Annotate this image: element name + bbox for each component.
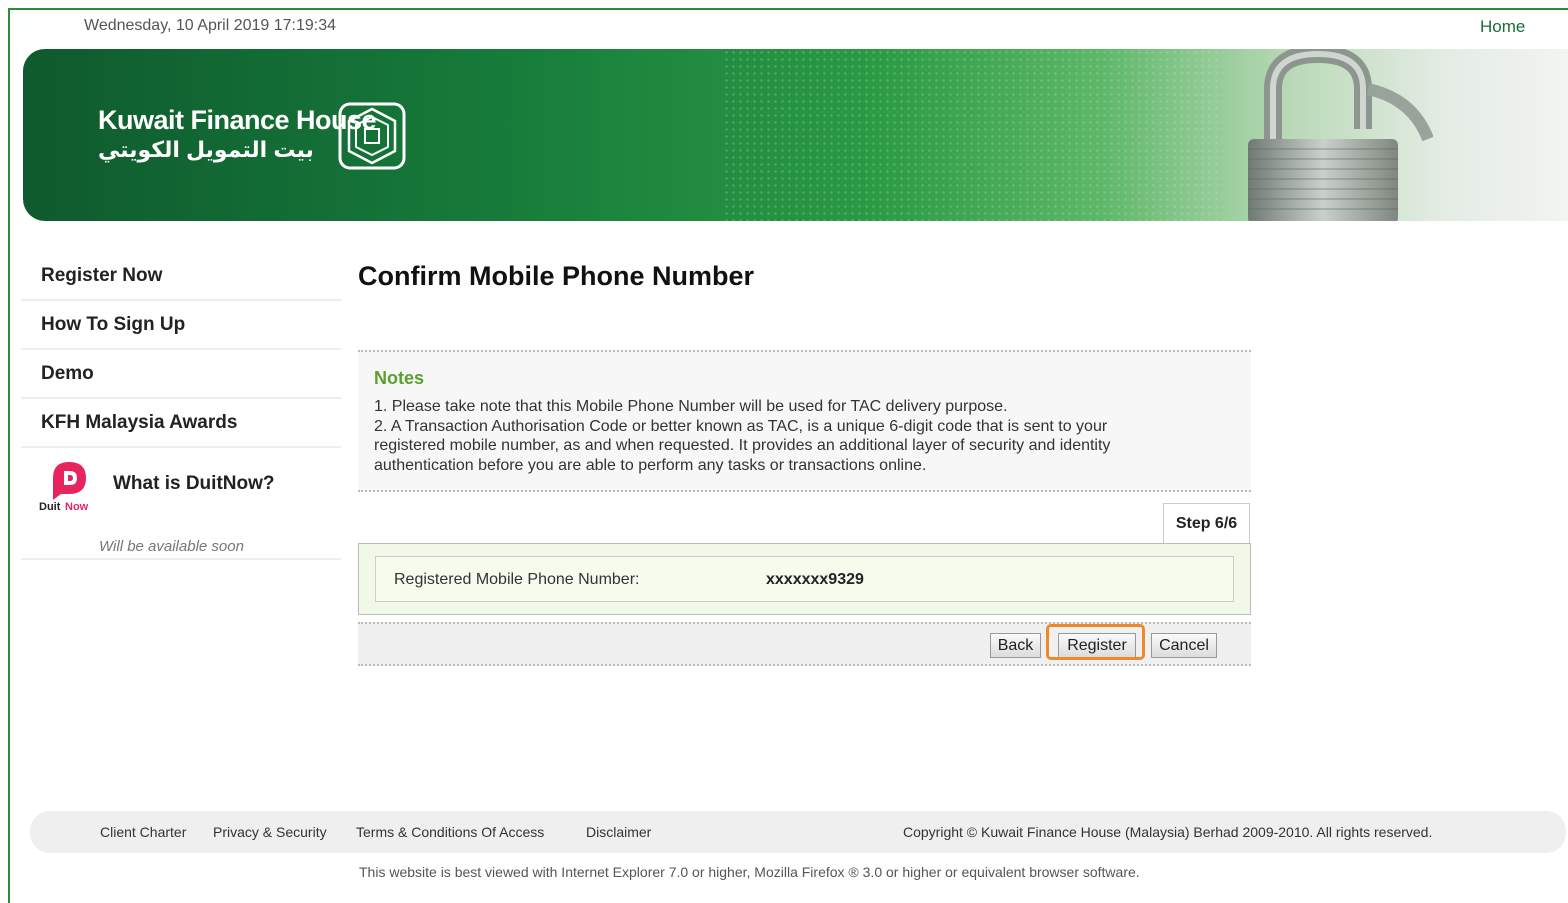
brand-name-arabic: بيت التمويل الكويتي <box>98 137 314 162</box>
current-datetime: Wednesday, 10 April 2019 17:19:34 <box>84 17 337 34</box>
sidebar-item-kfh-awards[interactable]: KFH Malaysia Awards <box>21 399 341 448</box>
page-title: Confirm Mobile Phone Number <box>358 261 755 291</box>
notes-line-1: 1. Please take note that this Mobile Pho… <box>374 398 1008 415</box>
sidebar-nav: Register Now How To Sign Up Demo KFH Mal… <box>21 252 341 560</box>
notes-line-4: authentication before you are able to pe… <box>374 456 927 474</box>
home-link[interactable]: Home <box>1480 17 1525 37</box>
browser-compatibility-note: This website is best viewed with Interne… <box>359 864 1140 880</box>
action-bar: Back Register Cancel <box>358 622 1251 666</box>
sidebar-item-register-now[interactable]: Register Now <box>21 252 341 301</box>
registration-summary: Registered Mobile Phone Number: xxxxxxx9… <box>358 543 1251 615</box>
cancel-button[interactable]: Cancel <box>1151 633 1217 658</box>
registered-mobile-label: Registered Mobile Phone Number: <box>394 571 640 588</box>
step-indicator: Step 6/6 <box>1163 503 1250 544</box>
kfh-logo-icon <box>338 102 406 170</box>
duitnow-availability-text: Will be available soon <box>99 538 244 555</box>
notes-line-2: 2. A Transaction Authorisation Code or b… <box>374 417 1108 435</box>
sidebar-item-demo[interactable]: Demo <box>21 350 341 399</box>
duitnow-link[interactable]: What is DuitNow? <box>113 473 274 495</box>
copyright-text: Copyright © Kuwait Finance House (Malays… <box>903 824 1433 840</box>
notes-heading: Notes <box>374 368 425 388</box>
registered-mobile-value: xxxxxxx9329 <box>766 571 864 588</box>
footer-link-terms-conditions[interactable]: Terms & Conditions Of Access <box>356 824 544 840</box>
footer-link-privacy-security[interactable]: Privacy & Security <box>213 824 327 840</box>
notes-line-3: registered mobile number, as and when re… <box>374 437 1111 454</box>
duitnow-logo-text-duit: Duit <box>39 501 61 512</box>
footer-link-disclaimer[interactable]: Disclaimer <box>586 824 651 840</box>
notes-panel: Notes 1. Please take note that this Mobi… <box>358 350 1251 492</box>
sidebar-duitnow: Duit Now What is DuitNow? Will be availa… <box>21 448 341 560</box>
padlock-icon <box>1248 49 1433 221</box>
registration-row: Registered Mobile Phone Number: xxxxxxx9… <box>375 556 1234 602</box>
banner-pattern <box>723 49 1223 221</box>
sidebar-item-how-to-sign-up[interactable]: How To Sign Up <box>21 301 341 350</box>
header-banner: Kuwait Finance House بيت التمويل الكويتي <box>23 49 1568 221</box>
register-button[interactable]: Register <box>1058 633 1136 658</box>
brand-name-english: Kuwait Finance House <box>98 105 377 135</box>
duitnow-logo-text-now: Now <box>65 501 89 512</box>
footer-link-client-charter[interactable]: Client Charter <box>100 824 186 840</box>
footer-bar: Client Charter Privacy & Security Terms … <box>30 811 1566 853</box>
duitnow-logo-icon[interactable]: Duit Now <box>39 460 99 512</box>
back-button[interactable]: Back <box>990 633 1041 658</box>
